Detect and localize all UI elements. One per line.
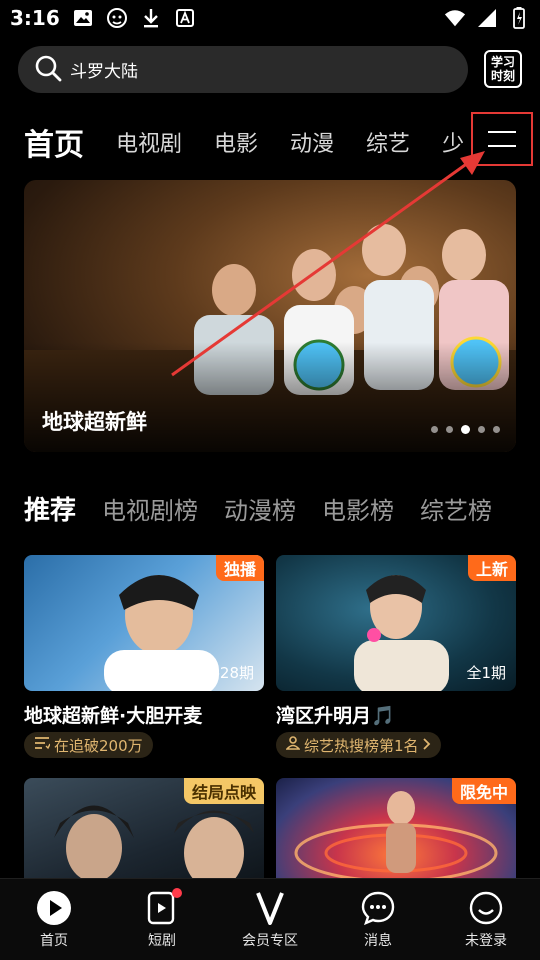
status-time: 3:16 [10,6,60,30]
banner-pagination [431,425,500,434]
video-thumbnail[interactable]: 限免中 [276,778,516,888]
channel-tabs: 首页 电视剧 电影 动漫 综艺 少 [24,120,474,164]
rank-tab-tv[interactable]: 电视剧榜 [102,491,198,526]
nav-label: 首页 [40,932,68,949]
finale-badge: 结局点映 [183,778,264,804]
nav-profile[interactable]: 未登录 [432,879,540,960]
play-icon [36,890,72,926]
tab-tv-series[interactable]: 电视剧 [116,126,182,158]
android-head-icon [106,7,128,29]
video-card[interactable]: 结局点映 [24,778,264,888]
pagination-dot [431,426,438,433]
bottom-navigation: 首页 短剧 会员专区 消息 未登录 [0,878,540,960]
study-time-button[interactable]: 学习时刻 [484,50,522,88]
signal-icon [476,7,498,29]
rank-pill[interactable]: 综艺热搜榜第1名 [276,732,441,758]
nav-label: 消息 [364,932,392,949]
new-badge: 上新 [467,555,516,581]
search-query: 斗罗大陆 [70,62,138,82]
rank-tab-variety[interactable]: 综艺榜 [420,491,492,526]
chevron-right-icon [422,736,431,754]
battery-icon [508,7,530,29]
vip-v-icon [252,890,288,926]
video-thumbnail[interactable]: 独播 更新至09-28期 [24,555,264,691]
message-bubble-icon [360,890,396,926]
channel-menu-button[interactable] [471,112,533,166]
banner-title: 地球超新鲜 [42,410,147,434]
card-title[interactable]: 地球超新鲜·大胆开麦 [24,701,264,728]
video-thumbnail[interactable]: 结局点映 [24,778,264,888]
free-limited-badge: 限免中 [451,778,516,804]
rank-tabs: 推荐 电视剧榜 动漫榜 电影榜 综艺榜 [24,490,540,527]
tab-movies[interactable]: 电影 [214,126,258,158]
short-video-icon [144,887,182,926]
nav-messages[interactable]: 消息 [324,879,432,960]
nav-short-drama[interactable]: 短剧 [108,879,216,960]
rank-tab-recommend[interactable]: 推荐 [24,490,76,527]
tab-anime[interactable]: 动漫 [290,126,334,158]
tab-variety[interactable]: 综艺 [366,126,410,158]
video-card[interactable]: 限免中 [276,778,516,888]
video-card[interactable]: 独播 更新至09-28期 地球超新鲜·大胆开麦 在追破200万 [24,555,264,758]
hero-banner[interactable]: 地球超新鲜 [24,180,516,452]
nav-label: 未登录 [465,932,507,949]
pill-text: 在追破200万 [54,736,143,755]
status-bar: 3:16 [0,0,540,36]
menu-line-icon [488,131,516,133]
rank-tab-movie[interactable]: 电影榜 [322,491,394,526]
tab-home[interactable]: 首页 [24,120,84,164]
video-thumbnail[interactable]: 上新 全1期 [276,555,516,691]
nav-label: 短剧 [148,932,176,949]
pagination-dot [493,426,500,433]
download-icon [140,7,162,29]
list-icon [34,736,51,754]
nav-home[interactable]: 首页 [0,879,108,960]
pagination-dot [446,426,453,433]
popularity-pill: 在追破200万 [24,732,153,758]
update-label: 全1期 [466,664,506,682]
smiley-icon [468,890,504,926]
search-bar[interactable]: 斗罗大陆 [18,46,468,93]
menu-line-icon [488,145,516,147]
search-icon [34,54,62,86]
nav-vip[interactable]: 会员专区 [216,879,324,960]
notification-dot [172,887,182,898]
person-icon [285,736,301,754]
pagination-dot-active [461,425,470,434]
update-label: 更新至09-28期 [150,664,254,682]
pill-text: 综艺热搜榜第1名 [304,736,419,755]
nav-label: 会员专区 [242,932,298,949]
exclusive-badge: 独播 [215,555,264,581]
video-card[interactable]: 上新 全1期 湾区升明月🎵 综艺热搜榜第1名 [276,555,516,758]
pagination-dot [478,426,485,433]
font-icon [174,7,196,29]
tab-kids[interactable]: 少 [442,126,464,158]
image-icon [72,7,94,29]
rank-tab-anime[interactable]: 动漫榜 [224,491,296,526]
wifi-icon [444,7,466,29]
card-title[interactable]: 湾区升明月🎵 [276,701,516,728]
